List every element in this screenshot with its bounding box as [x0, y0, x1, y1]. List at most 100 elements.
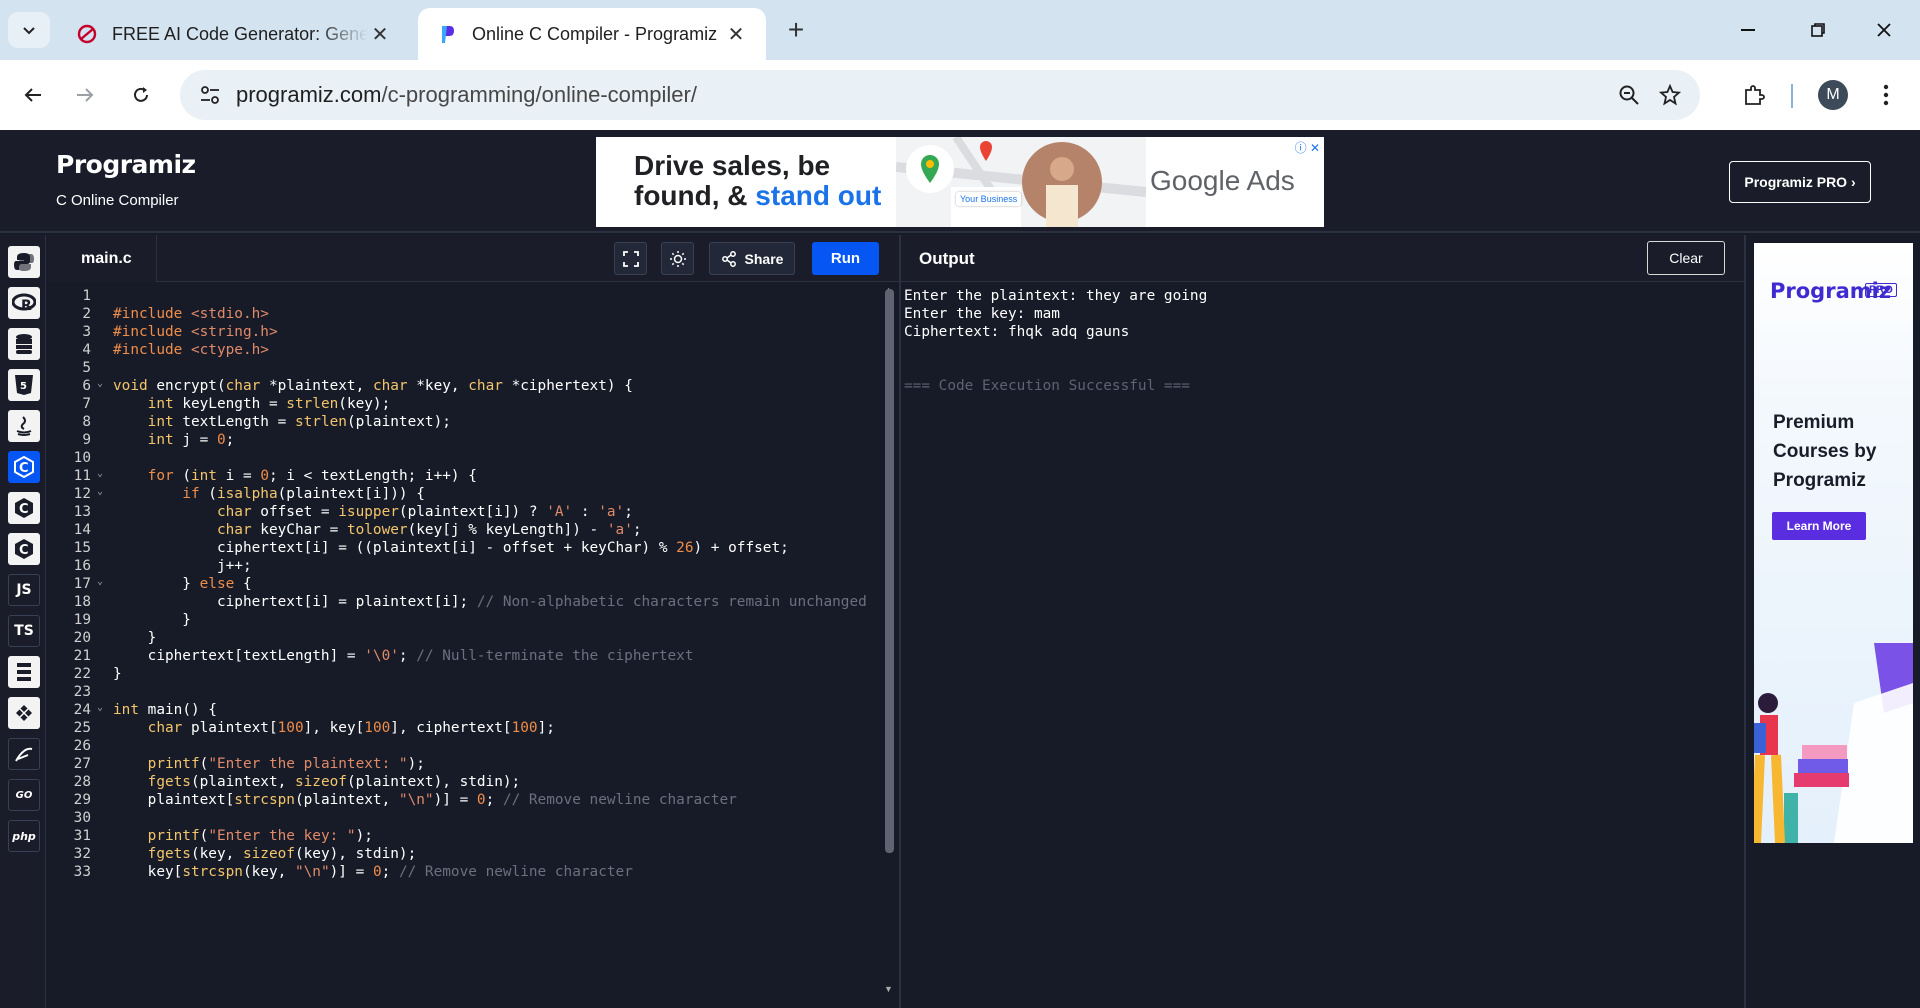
url-path: /c-programming/online-compiler/ [381, 82, 697, 107]
right-divider [1744, 235, 1746, 1008]
editor-toolbar: main.c Share Run [47, 235, 899, 282]
minimize-icon [1741, 29, 1755, 31]
tab-search-button[interactable] [8, 12, 50, 48]
reload-icon [134, 87, 148, 102]
output-line: Enter the key: mam [904, 306, 1060, 322]
python-icon[interactable] [8, 246, 40, 278]
url-text: programiz.com/c-programming/online-compi… [236, 82, 697, 108]
url-host: programiz.com [236, 82, 382, 107]
output-title: Output [919, 249, 975, 268]
programiz-logo[interactable]: Programiz [56, 150, 196, 179]
svg-text:C: C [19, 502, 29, 517]
svg-text:C: C [19, 543, 29, 558]
language-rail: R 5 C C C JS TS GO php [0, 235, 46, 1008]
line-number: 33 [73, 864, 91, 880]
fullscreen-button[interactable] [614, 242, 647, 275]
close-tab-icon[interactable]: ✕ [724, 22, 748, 46]
chevron-down-icon [23, 27, 35, 35]
java-icon[interactable] [8, 410, 40, 442]
cpp-icon[interactable]: C [8, 492, 40, 524]
ad-headline-plain: found, & [634, 180, 756, 211]
profile-avatar[interactable]: M [1818, 80, 1848, 110]
ad-business-card: Your Business [956, 192, 1022, 206]
close-icon [1877, 23, 1891, 37]
ad-headline-highlight: stand out [755, 180, 882, 211]
swift-icon[interactable] [8, 738, 40, 770]
output-line: Enter the plaintext: they are going [904, 288, 1208, 304]
zoom-icon[interactable] [1614, 80, 1644, 110]
ad-map-illustration [896, 137, 1146, 227]
browser-tab-ai-generator[interactable]: FREE AI Code Generator: Generate Code ✕ [58, 8, 410, 60]
side-ad-illustration [1754, 643, 1913, 843]
browser-toolbar: programiz.com/c-programming/online-compi… [0, 60, 1920, 130]
ad-close-icon[interactable]: ⓘ ✕ [1295, 139, 1320, 156]
run-button[interactable]: Run [812, 242, 879, 275]
learn-more-button[interactable]: Learn More [1772, 512, 1866, 540]
browser-tab-programiz[interactable]: Online C Compiler - Programiz ✕ [418, 8, 766, 60]
ad-headline: Drive sales, be found, & stand out [634, 151, 881, 211]
reload-button[interactable] [122, 76, 160, 114]
close-window-button[interactable] [1856, 10, 1912, 50]
address-bar[interactable]: programiz.com/c-programming/online-compi… [180, 70, 1700, 120]
ad-banner[interactable]: Drive sales, be found, & stand out Your … [596, 137, 1324, 227]
arrow-right-icon [77, 88, 94, 102]
svg-text:5: 5 [20, 381, 27, 392]
scroll-down-arrow-icon[interactable]: ▼ [884, 984, 893, 994]
back-button[interactable] [14, 76, 52, 114]
kebab-menu-icon [1883, 84, 1889, 106]
javascript-icon[interactable]: JS [8, 574, 40, 606]
side-ad-text: Premium Courses by Programiz [1773, 412, 1877, 491]
ruby-icon[interactable] [8, 697, 40, 729]
forward-button[interactable] [66, 76, 104, 114]
code-line[interactable]: 33 key[strcspn(key, "\n")] = 0; // Remov… [47, 864, 887, 886]
close-tab-icon[interactable]: ✕ [368, 22, 392, 46]
share-button[interactable]: Share [709, 242, 795, 275]
csharp-icon[interactable]: C [8, 533, 40, 565]
page-subtitle: C Online Compiler [56, 192, 179, 209]
c-language-icon[interactable]: C [8, 451, 40, 483]
dart-icon[interactable] [8, 656, 40, 688]
toolbar-divider [1791, 84, 1793, 108]
php-icon[interactable]: php [8, 820, 40, 852]
site-header: Programiz C Online Compiler Drive sales,… [0, 130, 1920, 233]
svg-text:R: R [21, 298, 32, 313]
code-editor[interactable]: 1 2 #include <stdio.h> 3 #include <string.h>… [47, 283, 899, 1001]
r-language-icon[interactable]: R [8, 287, 40, 319]
output-line: Ciphertext: fhqk adq gauns [904, 324, 1130, 340]
site-info-icon[interactable] [196, 82, 224, 108]
puzzle-icon [1745, 85, 1765, 105]
file-tab-main-c[interactable]: main.c [47, 235, 157, 282]
tab-title: Online C Compiler - Programiz [472, 23, 718, 44]
go-icon[interactable]: GO [8, 779, 40, 811]
execution-status: === Code Execution Successful === [904, 378, 1190, 394]
fullscreen-icon [622, 250, 639, 267]
programiz-pro-button[interactable]: Programiz PRO › [1729, 161, 1871, 203]
code-text: key[strcspn(key, "\n")] = 0; // Remove n… [113, 864, 633, 880]
ad-brand: Google Ads [1150, 165, 1295, 196]
minimize-button[interactable] [1720, 10, 1776, 50]
side-ad[interactable]: Programiz PRO Premium Courses by Program… [1754, 243, 1913, 843]
output-console[interactable]: Enter the plaintext: they are going Enter… [901, 283, 1744, 1008]
typescript-icon[interactable]: TS [8, 615, 40, 647]
programiz-favicon [436, 23, 458, 45]
theme-toggle-button[interactable] [661, 242, 694, 275]
bookmark-star-icon[interactable] [1655, 80, 1685, 110]
sql-icon[interactable] [8, 328, 40, 360]
new-tab-button[interactable]: + [780, 14, 812, 46]
ad-headline-line2: found, & stand out [634, 181, 881, 211]
ad-headline-line1: Drive sales, be [634, 150, 831, 181]
extensions-button[interactable] [1735, 76, 1773, 114]
restore-icon [1811, 23, 1825, 37]
fold-gutter [95, 864, 107, 886]
browser-menu-button[interactable] [1867, 76, 1905, 114]
share-label: Share [744, 250, 784, 267]
arrow-left-icon [24, 88, 41, 102]
browser-tabstrip: FREE AI Code Generator: Generate Code ✕ … [0, 0, 1920, 60]
editor-scrollbar-thumb[interactable] [885, 289, 894, 853]
side-ad-pro-tag: PRO [1865, 283, 1897, 297]
html5-icon[interactable]: 5 [8, 369, 40, 401]
tab-title: FREE AI Code Generator: Generate Code [112, 23, 368, 44]
output-toolbar: Output Clear [901, 235, 1744, 282]
restore-button[interactable] [1790, 10, 1846, 50]
clear-button[interactable]: Clear [1647, 241, 1725, 275]
